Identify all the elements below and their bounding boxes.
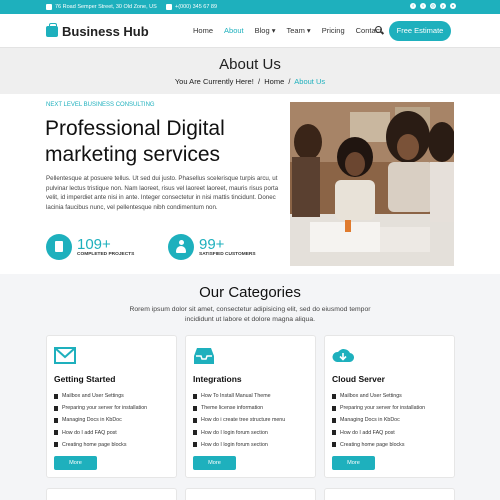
hero-body: Pellentesque at posuere tellus. Ut sed d… — [46, 175, 279, 211]
breadcrumb-current: About Us — [294, 77, 326, 86]
stat-label: SATISFIED CUSTOMERS — [199, 252, 256, 257]
pinterest-icon[interactable]: p — [440, 3, 446, 9]
stat-value: 109+ — [77, 236, 111, 253]
more-button[interactable]: More — [332, 456, 375, 470]
more-button[interactable]: More — [193, 456, 236, 470]
document-icon — [54, 405, 58, 411]
list-item[interactable]: Preparing your server for installation — [332, 402, 425, 414]
phone-icon — [166, 4, 172, 10]
list-item[interactable]: Managing Docs in KbDoc — [332, 414, 425, 426]
category-card-partial — [46, 488, 177, 500]
cloud-download-icon — [332, 349, 354, 363]
free-estimate-button[interactable]: Free Estimate — [389, 21, 451, 41]
address-text: 76 Road Semper Street, 30 Old Zone, US — [55, 4, 157, 10]
category-card-partial — [324, 488, 455, 500]
instagram-icon[interactable]: ◎ — [430, 3, 436, 9]
categories-title: Our Categories — [199, 284, 301, 301]
card-list: Mailbox and User Settings Preparing your… — [54, 390, 147, 451]
list-item[interactable]: How do I add FAQ post — [332, 427, 425, 439]
card-title: Integrations — [193, 374, 242, 384]
nav-menu: Home About Blog ▾ Team ▾ Pricing Contact — [193, 26, 381, 35]
list-item[interactable]: Mailbox and User Settings — [54, 390, 147, 402]
card-title: Getting Started — [54, 374, 116, 384]
nav-blog[interactable]: Blog ▾ — [255, 26, 276, 35]
inbox-icon — [194, 348, 214, 364]
category-card-getting-started: Getting Started Mailbox and User Setting… — [46, 335, 177, 478]
document-icon — [193, 430, 197, 436]
card-list: Mailbox and User Settings Preparing your… — [332, 390, 425, 451]
twitter-icon[interactable]: t — [420, 3, 426, 9]
list-item[interactable]: Managing Docs in KbDoc — [54, 414, 147, 426]
list-item[interactable]: How do I login forum section — [193, 427, 285, 439]
nav-team[interactable]: Team ▾ — [286, 26, 310, 35]
document-icon — [54, 430, 58, 436]
about-hero: NEXT LEVEL BUSINESS CONSULTING Professio… — [0, 94, 500, 274]
document-icon — [193, 393, 197, 399]
list-item[interactable]: Creating home page blocks — [54, 439, 147, 451]
more-button[interactable]: More — [54, 456, 97, 470]
list-item[interactable]: Preparing your server for installation — [54, 402, 147, 414]
document-icon — [193, 405, 197, 411]
breadcrumb-prefix: You Are Currently Here! — [174, 77, 254, 86]
page-title: About Us — [219, 56, 281, 73]
document-icon — [54, 442, 58, 448]
brand-name: Business Hub — [62, 24, 149, 39]
breadcrumb-separator: / — [288, 77, 291, 86]
document-icon — [193, 442, 197, 448]
hero-eyebrow: NEXT LEVEL BUSINESS CONSULTING — [46, 102, 155, 108]
breadcrumb-home[interactable]: Home — [264, 77, 284, 86]
list-item[interactable]: Mailbox and User Settings — [332, 390, 425, 402]
document-icon — [332, 442, 336, 448]
nav-pricing[interactable]: Pricing — [322, 26, 345, 35]
category-card-partial — [185, 488, 316, 500]
list-item[interactable]: How To Install Manual Theme — [193, 390, 285, 402]
document-icon — [332, 405, 336, 411]
hero-title: Professional Digital marketing services — [45, 117, 225, 166]
phone[interactable]: +(000) 345 67 89 — [166, 4, 217, 10]
logo[interactable]: Business Hub — [46, 23, 149, 39]
phone-text[interactable]: +(000) 345 67 89 — [175, 4, 217, 10]
category-card-cloud-server: Cloud Server Mailbox and User Settings P… — [324, 335, 455, 478]
document-icon — [332, 430, 336, 436]
stat-satisfied-customers: 99+ SATISFIED CUSTOMERS — [168, 234, 256, 260]
list-item[interactable]: Theme license information — [193, 402, 285, 414]
dribbble-icon[interactable]: ● — [450, 3, 456, 9]
social-links: f t ◎ p ● — [410, 3, 456, 9]
team-photo — [290, 102, 454, 266]
card-title: Cloud Server — [332, 374, 385, 384]
breadcrumb: You Are Currently Here! / Home / About U… — [0, 77, 500, 86]
nav-about[interactable]: About — [224, 26, 244, 35]
facebook-icon[interactable]: f — [410, 3, 416, 9]
document-icon — [46, 234, 72, 260]
breadcrumb-separator: / — [257, 77, 261, 86]
stat-value: 99+ — [199, 236, 225, 253]
document-icon — [54, 393, 58, 399]
category-card-integrations: Integrations How To Install Manual Theme… — [185, 335, 316, 478]
document-icon — [332, 393, 336, 399]
address: 76 Road Semper Street, 30 Old Zone, US — [46, 4, 157, 10]
page-header: About Us You Are Currently Here! / Home … — [0, 48, 500, 94]
main-navbar: Business Hub Home About Blog ▾ Team ▾ Pr… — [0, 14, 500, 48]
categories-header: Our Categories Rorem ipsum dolor sit ame… — [0, 284, 500, 325]
briefcase-icon — [46, 23, 58, 37]
list-item[interactable]: How do I add FAQ post — [54, 427, 147, 439]
document-icon — [332, 417, 336, 423]
list-item[interactable]: How do I login forum section — [193, 439, 285, 451]
card-list: How To Install Manual Theme Theme licens… — [193, 390, 285, 451]
document-icon — [193, 417, 197, 423]
map-icon — [46, 4, 52, 10]
list-item[interactable]: How do i create tree structure menu — [193, 414, 285, 426]
top-info-bar: 76 Road Semper Street, 30 Old Zone, US +… — [0, 0, 500, 14]
document-icon — [54, 417, 58, 423]
stat-completed-projects: 109+ COMPLETED PROJECTS — [46, 234, 134, 260]
user-icon — [168, 234, 194, 260]
list-item[interactable]: Creating home page blocks — [332, 439, 425, 451]
stat-label: COMPLETED PROJECTS — [77, 252, 135, 257]
categories-subtitle: Rorem ipsum dolor sit amet, consectetur … — [129, 306, 371, 323]
envelope-icon — [54, 347, 76, 364]
nav-home[interactable]: Home — [193, 26, 213, 35]
search-icon[interactable] — [375, 26, 383, 34]
